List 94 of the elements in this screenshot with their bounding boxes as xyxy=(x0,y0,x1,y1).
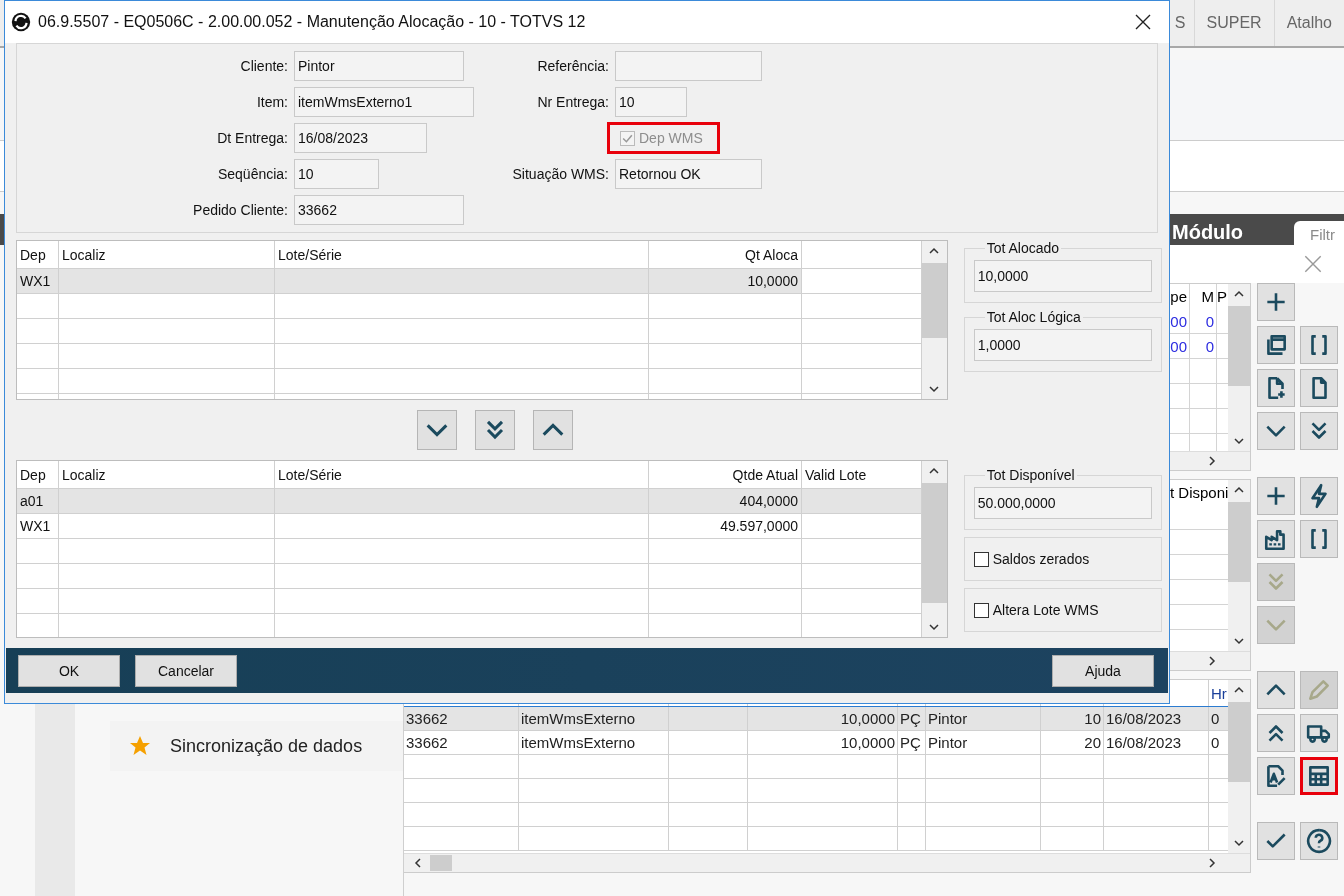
scroll-thumb[interactable] xyxy=(921,263,947,338)
column-header[interactable]: Localiz xyxy=(59,461,275,488)
toolbar-button[interactable] xyxy=(1257,757,1295,795)
scroll-down-icon[interactable] xyxy=(1233,837,1245,849)
toolbar-button[interactable] xyxy=(1257,714,1295,752)
pencil-icon xyxy=(1306,677,1332,703)
table-row[interactable]: 33662 itemWmsExterno 10,0000 PÇ Pintor 20 16/08/2023 0 xyxy=(404,731,1228,755)
scroll-thumb[interactable] xyxy=(1228,502,1250,582)
favorite-item[interactable]: Sincronização de dados xyxy=(110,721,403,771)
toolbar-button[interactable] xyxy=(1257,412,1295,450)
scroll-thumb[interactable] xyxy=(921,483,947,603)
field-label: Nr Entrega: xyxy=(536,94,610,110)
field-label: Situação WMS: xyxy=(511,166,610,182)
table-cell: 0 xyxy=(1189,334,1216,358)
text-field[interactable]: 10 xyxy=(615,87,687,117)
filter-tab[interactable]: Filtr xyxy=(1294,221,1344,245)
horizontal-scrollbar[interactable] xyxy=(404,853,1250,872)
vertical-scrollbar[interactable] xyxy=(921,461,947,637)
dialog-button[interactable]: Ajuda xyxy=(1052,654,1154,687)
move-button[interactable] xyxy=(533,410,573,450)
scroll-down-icon[interactable] xyxy=(1233,635,1245,647)
toolbar-button[interactable] xyxy=(1300,520,1338,558)
calculator-icon xyxy=(1306,763,1332,789)
column-header[interactable]: Qt Aloca xyxy=(649,241,802,268)
column-header[interactable]: t Disponi xyxy=(1170,480,1228,505)
toolbar-button[interactable] xyxy=(1300,757,1338,795)
column-header[interactable]: Qtde Atual xyxy=(649,461,802,488)
text-field[interactable]: 16/08/2023 xyxy=(294,123,427,153)
header-tab[interactable]: SUPER xyxy=(1193,0,1274,46)
scroll-right-icon[interactable] xyxy=(1206,857,1218,869)
field-label: Pedido Cliente: xyxy=(192,202,289,218)
toolbar-button[interactable] xyxy=(1300,412,1338,450)
move-button[interactable] xyxy=(475,410,515,450)
text-field[interactable]: 10 xyxy=(294,159,379,189)
toolbar-button[interactable] xyxy=(1300,822,1338,860)
favorite-label: Sincronização de dados xyxy=(170,735,363,757)
column-header[interactable]: M xyxy=(1189,284,1216,309)
toolbar-button[interactable] xyxy=(1257,283,1295,321)
logo-icon xyxy=(10,11,32,33)
scroll-down-icon[interactable] xyxy=(928,383,941,395)
table-row[interactable]: 33662 itemWmsExterno 10,0000 PÇ Pintor 10 16/08/2023 0 xyxy=(404,707,1228,731)
column-header[interactable]: Valid Lote xyxy=(802,461,922,488)
header-tab[interactable]: Atalho xyxy=(1273,0,1344,46)
column-header[interactable]: Dep xyxy=(17,241,59,268)
table-cell: 0 xyxy=(1189,309,1216,333)
text-field[interactable]: 50.000,0000 xyxy=(973,487,1152,519)
dialog-button[interactable]: OK xyxy=(18,654,120,687)
text-field[interactable]: 10,0000 xyxy=(973,260,1152,292)
scroll-thumb[interactable] xyxy=(430,855,452,871)
scroll-thumb[interactable] xyxy=(1228,702,1250,782)
dialog-button[interactable]: Cancelar xyxy=(135,654,237,687)
vertical-scrollbar[interactable] xyxy=(921,241,947,399)
text-field[interactable] xyxy=(615,51,762,81)
toolbar-button[interactable] xyxy=(1257,326,1295,364)
toolbar-button[interactable] xyxy=(1257,477,1295,515)
group-label: Tot Disponível xyxy=(985,467,1076,483)
scroll-right-icon[interactable] xyxy=(1206,455,1218,467)
toolbar-button[interactable] xyxy=(1257,822,1295,860)
toolbar-button[interactable] xyxy=(1257,671,1295,709)
text-field[interactable]: Retornou OK xyxy=(615,159,762,189)
column-header[interactable]: Lote/Série xyxy=(275,241,649,268)
column-header[interactable]: Lote/Série xyxy=(275,461,649,488)
text-field[interactable]: Pintor xyxy=(294,51,464,81)
module-title: Módulo xyxy=(1172,220,1244,245)
table-row[interactable]: a01 404,0000 xyxy=(17,489,922,514)
help-icon xyxy=(1306,828,1332,854)
close-icon[interactable] xyxy=(1133,12,1153,32)
field-label: Item: xyxy=(255,94,289,110)
move-button[interactable] xyxy=(417,410,457,450)
toolbar-button[interactable] xyxy=(1300,326,1338,364)
toolbar-button[interactable] xyxy=(1300,477,1338,515)
table-row[interactable]: WX1 49.597,0000 xyxy=(17,514,922,539)
scroll-left-icon[interactable] xyxy=(412,857,424,869)
text-field[interactable]: 1,0000 xyxy=(973,329,1152,361)
scroll-down-icon[interactable] xyxy=(928,621,941,633)
scroll-thumb[interactable] xyxy=(1228,306,1250,386)
field-label: Referência: xyxy=(536,58,610,74)
window-title: 06.9.5507 - EQ0506C - 2.00.00.052 - Manutenção Alocação - 10 - TOTVS 12 xyxy=(38,13,587,31)
text-field[interactable]: itemWmsExterno1 xyxy=(294,87,474,117)
scroll-right-icon[interactable] xyxy=(1206,655,1218,667)
column-header[interactable]: Dep xyxy=(17,461,59,488)
column-header[interactable]: Localiz xyxy=(59,241,275,268)
toolbar-button[interactable] xyxy=(1257,520,1295,558)
text-field[interactable]: 33662 xyxy=(294,195,464,225)
field-label: Dt Entrega: xyxy=(216,130,289,146)
toolbar-button[interactable] xyxy=(1300,369,1338,407)
group-label: Tot Alocado xyxy=(985,240,1061,256)
field-label: Seqüência: xyxy=(216,166,289,182)
field-label: Cliente: xyxy=(239,58,289,74)
toolbar-button[interactable] xyxy=(1257,369,1295,407)
toolbar-button[interactable] xyxy=(1300,714,1338,752)
scroll-down-icon[interactable] xyxy=(1233,435,1245,447)
table-row[interactable]: WX1 10,0000 xyxy=(17,269,922,294)
group-label: Tot Aloc Lógica xyxy=(985,309,1082,325)
